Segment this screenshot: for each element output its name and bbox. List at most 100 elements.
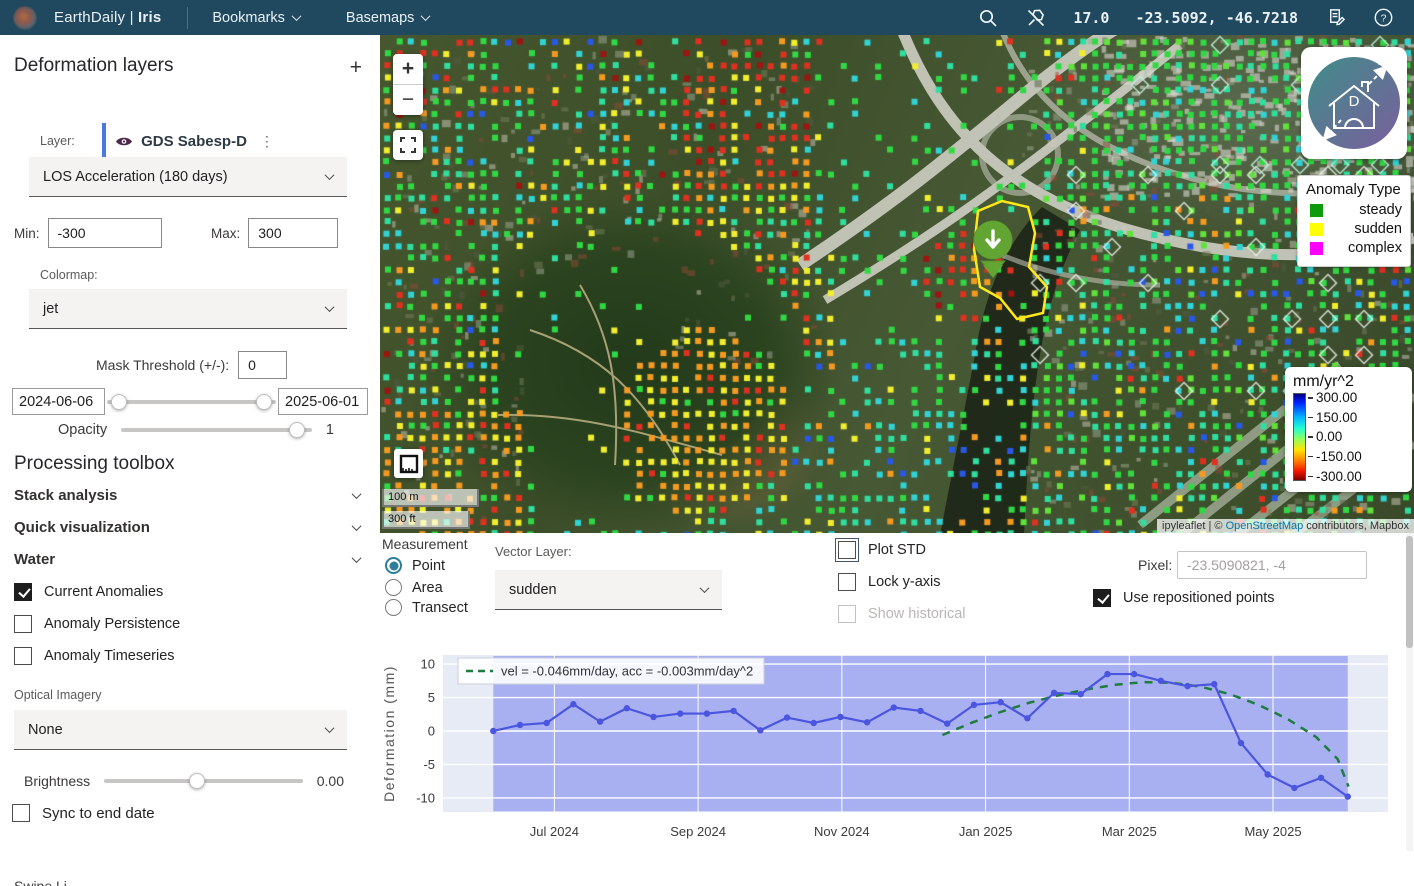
radio-unselected[interactable]: [385, 579, 402, 596]
brightness-handle[interactable]: [189, 773, 205, 789]
section-label: Stack analysis: [14, 487, 117, 504]
sync-to-end-date-checkbox[interactable]: Sync to end date: [12, 804, 155, 822]
checkbox-checked[interactable]: [1093, 589, 1111, 607]
max-input[interactable]: [248, 218, 338, 248]
date-range-handle-end[interactable]: [256, 394, 272, 410]
anomaly-timeseries-checkbox[interactable]: Anomaly Timeseries: [14, 647, 175, 665]
brightness-value: 0.00: [317, 773, 344, 789]
optical-imagery-value: None: [28, 722, 63, 738]
svg-text:10: 10: [421, 657, 435, 672]
disable-pin-icon[interactable]: [1025, 7, 1047, 29]
checkbox-unchecked[interactable]: [838, 541, 856, 559]
checkbox-label: Current Anomalies: [44, 584, 163, 600]
radio-unselected[interactable]: [385, 599, 402, 616]
opacity-label: Opacity: [58, 422, 107, 438]
pixel-coordinates-input[interactable]: [1177, 551, 1367, 579]
plot-std-checkbox[interactable]: Plot STD: [838, 541, 926, 559]
anomaly-persistence-checkbox[interactable]: Anomaly Persistence: [14, 615, 180, 633]
clipped-bottom-label: Swipe Li: [14, 878, 67, 886]
end-date-input[interactable]: [278, 388, 368, 415]
panel-scrollbar[interactable]: [1406, 533, 1413, 851]
scale-bar-imperial: 300 ft: [382, 511, 470, 529]
top-navigation-bar: EarthDaily | Iris Bookmarks Basemaps 17.…: [0, 0, 1414, 35]
checkbox-unchecked[interactable]: [14, 647, 32, 665]
openstreetmap-link[interactable]: OpenStreetMap: [1226, 520, 1304, 532]
svg-text:Mar 2025: Mar 2025: [1102, 824, 1157, 839]
checkbox-unchecked[interactable]: [12, 804, 30, 822]
mode-radio-point[interactable]: Point: [385, 557, 445, 574]
section-stack-analysis[interactable]: Stack analysis: [14, 487, 366, 504]
checkbox-unchecked[interactable]: [14, 615, 32, 633]
start-date-input[interactable]: [12, 388, 105, 415]
attribution-suffix: contributors, Mapbox: [1303, 520, 1409, 532]
radio-selected[interactable]: [385, 557, 402, 574]
section-quick-visualization[interactable]: Quick visualization: [14, 519, 366, 536]
vector-layer-value: sudden: [509, 582, 557, 598]
add-layer-button[interactable]: +: [350, 57, 362, 78]
opacity-handle[interactable]: [289, 422, 305, 438]
search-icon[interactable]: [977, 7, 999, 29]
scrollbar-thumb[interactable]: [1406, 536, 1413, 648]
section-water[interactable]: Water: [14, 551, 366, 568]
jet-colorbar: [1293, 393, 1306, 481]
visibility-eye-icon[interactable]: [115, 135, 132, 147]
bookmarks-menu[interactable]: Bookmarks: [212, 10, 300, 26]
deformation-timeseries-chart[interactable]: 1050-5-10Jul 2024Sep 2024Nov 2024Jan 202…: [380, 645, 1414, 851]
attribution-prefix: ipyleaflet | ©: [1162, 520, 1226, 532]
lock-y-axis-checkbox[interactable]: Lock y-axis: [838, 573, 941, 591]
mode-radio-transect[interactable]: Transect: [385, 599, 468, 616]
radio-label: Transect: [412, 600, 468, 616]
svg-text:-5: -5: [423, 757, 435, 772]
measure-tool-button[interactable]: [394, 449, 423, 478]
map-viewport[interactable]: + − 100 m 300 ft ipyleaflet | © OpenStre…: [380, 35, 1414, 533]
los-geometry-widget[interactable]: D 41°: [1301, 47, 1407, 159]
checkbox-unchecked[interactable]: [838, 573, 856, 591]
complex-color-swatch: [1310, 242, 1323, 255]
colorbar-tick: -300.00: [1308, 470, 1362, 484]
checkbox-label: Anomaly Timeseries: [44, 648, 175, 664]
chevron-down-icon: [325, 170, 335, 180]
chevron-down-icon: [421, 11, 431, 21]
zoom-in-button[interactable]: +: [393, 54, 423, 84]
use-repositioned-points-checkbox[interactable]: Use repositioned points: [1093, 589, 1275, 607]
radio-label: Point: [412, 558, 445, 574]
anomaly-legend-title: Anomaly Type: [1306, 181, 1402, 198]
checkbox-label: Plot STD: [868, 542, 926, 558]
steady-color-swatch: [1310, 204, 1323, 217]
date-range-slider[interactable]: [107, 400, 276, 404]
opacity-slider[interactable]: [121, 428, 312, 432]
svg-text:Sep 2024: Sep 2024: [670, 824, 726, 839]
colorbar-title: mm/yr^2: [1293, 373, 1404, 391]
fullscreen-button[interactable]: [393, 130, 423, 160]
optical-imagery-label: Optical Imagery: [14, 688, 102, 702]
colormap-label: Colormap:: [40, 268, 98, 282]
vector-layer-select[interactable]: sudden: [495, 570, 722, 610]
chevron-down-icon: [352, 553, 362, 563]
layer-options-kebab-icon[interactable]: ⋮: [256, 133, 278, 150]
current-anomalies-checkbox[interactable]: Current Anomalies: [14, 583, 163, 601]
deformation-layers-title: Deformation layers: [14, 55, 173, 77]
mask-threshold-input[interactable]: [238, 351, 287, 379]
checkbox-checked[interactable]: [14, 583, 32, 601]
min-input[interactable]: [48, 218, 162, 248]
optical-imagery-select[interactable]: None: [14, 710, 347, 750]
report-edit-icon[interactable]: [1324, 7, 1346, 29]
date-range-handle-start[interactable]: [111, 394, 127, 410]
layer-name: GDS Sabesp-D: [141, 133, 247, 150]
anomaly-type-legend: Anomaly Type steady sudden complex: [1297, 175, 1411, 267]
brightness-label: Brightness: [24, 773, 90, 789]
brightness-slider[interactable]: [104, 779, 303, 783]
colormap-select[interactable]: jet: [29, 289, 347, 329]
layer-select[interactable]: LOS Acceleration (180 days): [29, 157, 347, 197]
legend-label: sudden: [1354, 221, 1402, 237]
pixel-label: Pixel:: [1138, 557, 1172, 573]
basemaps-menu[interactable]: Basemaps: [346, 10, 430, 26]
help-icon[interactable]: ?: [1372, 7, 1394, 29]
show-historical-checkbox: Show historical: [838, 605, 966, 623]
mode-radio-area[interactable]: Area: [385, 579, 443, 596]
legend-row-steady: steady: [1310, 202, 1402, 218]
zoom-out-button[interactable]: −: [393, 85, 423, 115]
svg-text:5: 5: [428, 690, 435, 705]
legend-label: complex: [1348, 240, 1402, 256]
checkbox-label: Sync to end date: [42, 805, 155, 822]
